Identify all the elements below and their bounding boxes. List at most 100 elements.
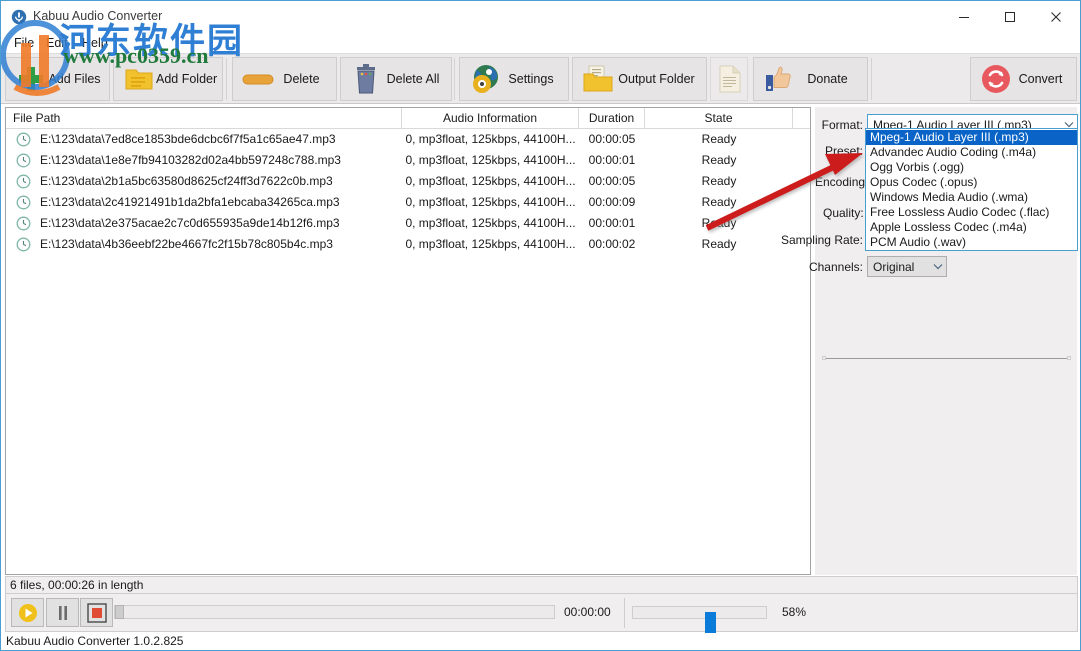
clock-icon [16, 132, 31, 147]
toolbar-separator [871, 58, 872, 100]
dropdown-option[interactable]: Mpeg-1 Audio Layer III (.mp3) [866, 130, 1077, 145]
table-row[interactable]: E:\123\data\2b1a5bc63580d8625cf24ff3d762… [6, 171, 810, 192]
maximize-button[interactable] [987, 1, 1033, 33]
chevron-down-icon [1060, 121, 1077, 128]
cell-duration: 00:00:05 [579, 171, 645, 192]
app-window: Kabuu Audio Converter File Edit Help [0, 0, 1081, 651]
column-header-state[interactable]: State [645, 108, 793, 128]
open-folder-icon [581, 62, 615, 96]
dropdown-option[interactable]: Opus Codec (.opus) [866, 175, 1077, 190]
toolbar: Add Files Add Folder Delete [1, 53, 1080, 104]
seek-slider[interactable] [114, 605, 555, 619]
convert-button[interactable]: Convert [970, 57, 1077, 101]
channels-label: Channels: [803, 260, 863, 274]
toolbar-separator [226, 58, 227, 100]
dropdown-option[interactable]: PCM Audio (.wav) [866, 235, 1077, 250]
app-icon [11, 9, 27, 25]
table-row[interactable]: E:\123\data\2c41921491b1da2bfa1ebcaba342… [6, 192, 810, 213]
dropdown-option[interactable]: Windows Media Audio (.wma) [866, 190, 1077, 205]
clock-icon [16, 153, 31, 168]
add-folder-button[interactable]: Add Folder [113, 57, 223, 101]
format-label: Format: [815, 118, 863, 132]
delete-all-button[interactable]: Delete All [340, 57, 452, 101]
column-header-extra[interactable] [793, 108, 810, 128]
cell-duration: 00:00:01 [579, 213, 645, 234]
thumbs-up-icon [762, 62, 796, 96]
add-files-button[interactable]: Add Files [5, 57, 110, 101]
cell-duration: 00:00:09 [579, 192, 645, 213]
output-folder-button[interactable]: Output Folder [572, 57, 707, 101]
column-header-file-path[interactable]: File Path [6, 108, 402, 128]
play-button[interactable] [11, 598, 44, 627]
cell-state: Ready [645, 150, 793, 171]
close-button[interactable] [1033, 1, 1079, 33]
document-button[interactable] [710, 57, 748, 101]
channels-select[interactable]: Original [867, 256, 947, 277]
cell-state: Ready [645, 192, 793, 213]
cell-duration: 00:00:02 [579, 234, 645, 255]
cell-file-path: E:\123\data\1e8e7fb94103282d02a4bb597248… [40, 150, 398, 171]
column-header-audio-information[interactable]: Audio Information [402, 108, 579, 128]
table-row[interactable]: E:\123\data\2e375acae2c7c0d655935a9de14b… [6, 213, 810, 234]
minimize-button[interactable] [941, 1, 987, 33]
file-list-body: E:\123\data\7ed8ce1853bde6dcbc6f7f5a1c65… [6, 129, 810, 574]
settings-globe-icon [468, 62, 502, 96]
dropdown-option[interactable]: Free Lossless Audio Codec (.flac) [866, 205, 1077, 220]
donate-label: Donate [796, 72, 867, 86]
clock-icon [16, 237, 31, 252]
add-files-label: Add Files [48, 72, 109, 86]
transport-divider [624, 598, 625, 628]
cell-file-path: E:\123\data\2c41921491b1da2bfa1ebcaba342… [40, 192, 398, 213]
preset-label: Preset: [815, 144, 863, 158]
cell-file-path: E:\123\data\2b1a5bc63580d8625cf24ff3d762… [40, 171, 398, 192]
menu-item-help[interactable]: Help [80, 36, 110, 50]
settings-button[interactable]: Settings [459, 57, 569, 101]
table-row[interactable]: E:\123\data\1e8e7fb94103282d02a4bb597248… [6, 150, 810, 171]
status-bar: 6 files, 00:00:26 in length [5, 576, 1078, 594]
dropdown-option[interactable]: Apple Lossless Codec (.m4a) [866, 220, 1077, 235]
encoding-label: Encoding: [815, 175, 863, 189]
table-row[interactable]: E:\123\data\7ed8ce1853bde6dcbc6f7f5a1c65… [6, 129, 810, 150]
cell-audio-information: 0, mp3float, 125kbps, 44100H... [402, 192, 579, 213]
cell-state: Ready [645, 171, 793, 192]
trash-icon [349, 62, 383, 96]
pause-button[interactable] [46, 598, 79, 627]
table-row[interactable]: E:\123\data\4b36eebf22be4667fc2f15b78c80… [6, 234, 810, 255]
volume-percent: 58% [782, 605, 806, 619]
donate-button[interactable]: Donate [753, 57, 868, 101]
channels-value: Original [868, 260, 929, 274]
seek-slider-thumb[interactable] [115, 605, 124, 619]
cell-audio-information: 0, mp3float, 125kbps, 44100H... [402, 129, 579, 150]
transport-bar: 00:00:00 58% [5, 594, 1078, 632]
window-title: Kabuu Audio Converter [33, 9, 162, 23]
position-time: 00:00:00 [564, 605, 611, 619]
delete-label: Delete [275, 72, 336, 86]
dropdown-option[interactable]: Ogg Vorbis (.ogg) [866, 160, 1077, 175]
convert-icon [979, 62, 1013, 96]
file-list-header: File Path Audio Information Duration Sta… [6, 108, 810, 129]
cell-state: Ready [645, 129, 793, 150]
plus-icon [14, 62, 48, 96]
panel-divider [823, 358, 1070, 359]
cell-audio-information: 0, mp3float, 125kbps, 44100H... [402, 213, 579, 234]
settings-label: Settings [502, 72, 568, 86]
cell-duration: 00:00:01 [579, 150, 645, 171]
cell-file-path: E:\123\data\2e375acae2c7c0d655935a9de14b… [40, 213, 398, 234]
volume-slider[interactable] [632, 606, 767, 619]
menu-bar: File Edit Help [1, 34, 1080, 53]
cell-file-path: E:\123\data\7ed8ce1853bde6dcbc6f7f5a1c65… [40, 129, 398, 150]
menu-item-edit[interactable]: Edit [44, 36, 70, 50]
clock-icon [16, 174, 31, 189]
title-bar: Kabuu Audio Converter [1, 1, 1080, 34]
dropdown-option[interactable]: Advandec Audio Coding (.m4a) [866, 145, 1077, 160]
add-folder-label: Add Folder [156, 72, 225, 86]
file-list[interactable]: File Path Audio Information Duration Sta… [5, 107, 811, 575]
format-dropdown-list[interactable]: Mpeg-1 Audio Layer III (.mp3) Advandec A… [865, 128, 1078, 251]
clock-icon [16, 216, 31, 231]
stop-button[interactable] [80, 598, 113, 627]
column-header-duration[interactable]: Duration [579, 108, 645, 128]
delete-button[interactable]: Delete [232, 57, 337, 101]
cell-audio-information: 0, mp3float, 125kbps, 44100H... [402, 234, 579, 255]
menu-item-file[interactable]: File [12, 36, 36, 50]
toolbar-separator [454, 58, 455, 100]
